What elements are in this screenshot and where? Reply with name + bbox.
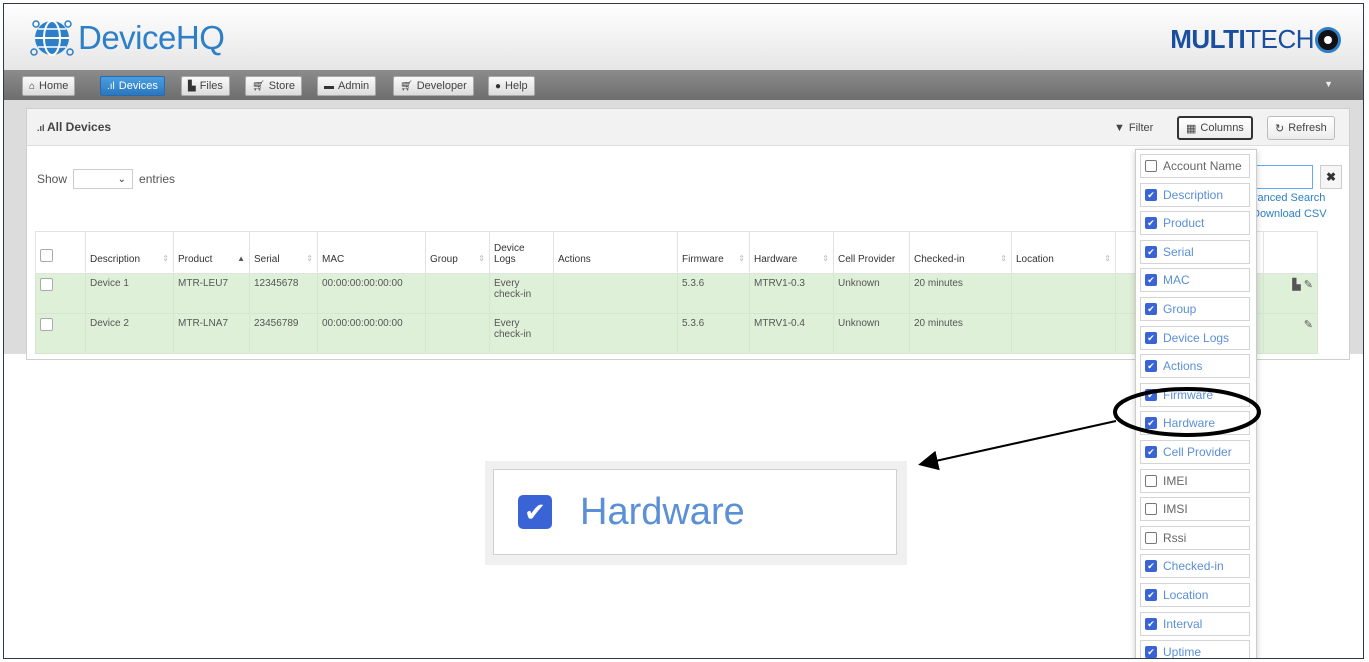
screenshot-frame: DeviceHQ MULTI TECH ⌂ Home .ıl Devices ▙ Fil… (3, 3, 1364, 659)
highlight-ellipse (1113, 387, 1261, 437)
annotation-overlay (918, 387, 1261, 471)
pointer-arrow (918, 420, 1117, 471)
